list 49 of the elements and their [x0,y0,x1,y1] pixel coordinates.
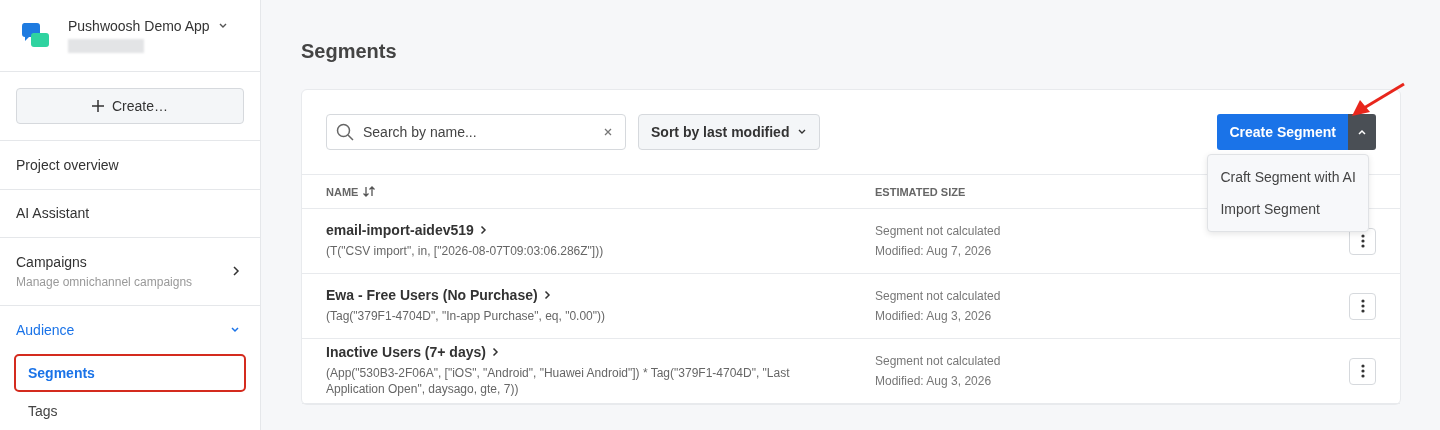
segment-rule: (T("CSV import", in, ["2026-08-07T09:03:06.286Z"])) [326,244,605,260]
more-button[interactable] [1349,357,1376,385]
column-header: ESTIMATED SIZE [875,185,967,198]
nav-item[interactable]: Project overview [0,141,260,190]
size-text: Segment not calculated [875,353,1002,370]
size-text: Segment not calculated [875,288,1002,305]
modified-date: Modified: Aug 3, 2026 [875,373,993,390]
chevron-right-icon [232,266,240,277]
page-title: Segments [301,40,398,63]
search-field[interactable]: Search by name... [326,114,626,150]
chevron-right-icon [479,225,487,236]
modified-date: Modified: Aug 7, 2026 [875,243,993,260]
more-button[interactable] [1349,292,1376,320]
segment-name[interactable]: Inactive Users (7+ days) [326,344,486,361]
caret-icon [1357,128,1367,136]
segment-rule: (App("530B3-2F06A", ["iOS", "Android", "Huawei Android"]) * Tag("379F1-4704D", "Last Application Open", daysago, gte, 7)) [326,366,791,398]
chevron-down-icon [797,128,808,136]
nav-subitem[interactable]: Tags [14,392,246,430]
segment-name[interactable]: email-import-aidev519 [326,222,474,239]
chevron-icon [230,326,240,334]
menu-item[interactable]: Import Segment [1208,193,1369,225]
more-icon [1360,234,1365,248]
menu-item[interactable]: Craft Segment with AI [1208,161,1369,193]
plus-icon [92,100,104,113]
size-text: Segment not calculated [875,223,1002,240]
nav-item[interactable]: Campaigns Manage omnichannel campaigns [0,237,260,306]
app-logo-icon [20,20,50,50]
nav-subtitle: Manage omnichannel campaigns [16,274,193,289]
column-header[interactable]: NAME [326,185,359,198]
create-button[interactable]: Create… [16,88,244,125]
more-icon [1360,299,1365,313]
modified-date: Modified: Aug 3, 2026 [875,308,993,325]
segment-rule: (Tag("379F1-4704D", "In-app Purchase", eq, "0.00")) [326,309,607,325]
chevron-right-icon [491,347,499,358]
sort-arrows-icon[interactable] [363,186,376,197]
chevron-down-icon[interactable] [217,22,228,30]
clear-icon[interactable] [604,128,612,136]
nav-group[interactable]: Audience [0,306,260,354]
search-icon [336,123,354,141]
nav-item[interactable]: AI Assistant [0,189,260,238]
segment-name[interactable]: Ewa - Free Users (No Purchase) [326,287,538,304]
nav-subitem[interactable]: Segments [14,354,246,392]
more-icon [1360,364,1365,378]
chevron-right-icon [543,290,551,301]
create-segment-button[interactable]: Create Segment [1217,114,1348,150]
nav-label: Campaigns [16,253,88,270]
app-name[interactable]: Pushwoosh Demo App [68,18,210,34]
dropdown-toggle-button[interactable] [1348,114,1376,150]
sort-dropdown[interactable]: Sort by last modified [638,114,821,150]
